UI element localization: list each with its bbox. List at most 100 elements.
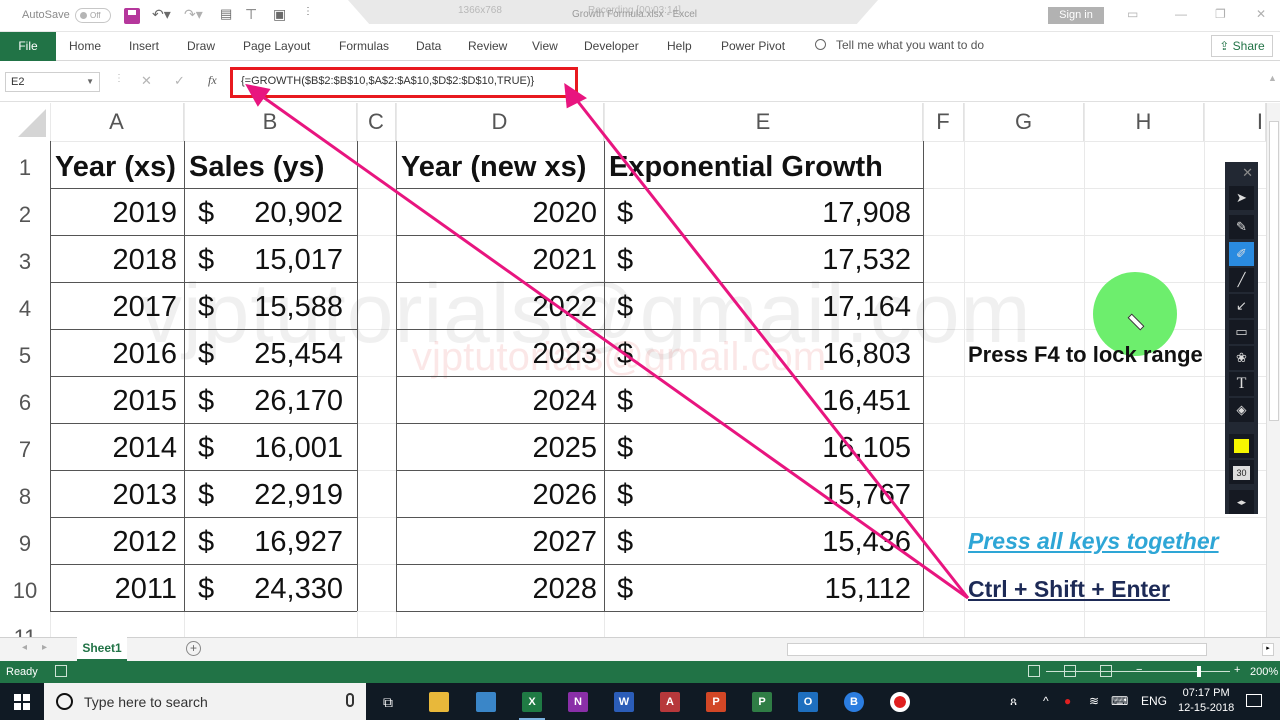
close-icon[interactable]: ✕ <box>1256 7 1266 21</box>
task-view-icon[interactable]: ⧉ <box>383 694 393 711</box>
tab-help[interactable]: Help <box>667 39 692 53</box>
cell-year[interactable]: 2019 <box>50 188 184 235</box>
record-icon[interactable] <box>890 692 910 712</box>
cell-exponential-growth[interactable]: 16,451 <box>604 376 923 423</box>
zoom-out-icon[interactable]: − <box>1136 664 1142 676</box>
cell-sales[interactable]: 24,330 <box>184 564 357 611</box>
cell-exponential-growth[interactable]: 15,436 <box>604 517 923 564</box>
zoom-in-icon[interactable]: + <box>1234 664 1240 676</box>
this-pc-icon[interactable] <box>476 692 496 712</box>
share-button[interactable]: ⇪ Share <box>1211 35 1273 57</box>
eraser-tool-icon[interactable]: ◈ <box>1229 398 1254 422</box>
line-tool-icon[interactable]: ╱ <box>1229 268 1254 292</box>
row-header-6[interactable]: 6 <box>0 376 50 423</box>
cell-exponential-growth[interactable]: 17,908 <box>604 188 923 235</box>
row-header-4[interactable]: 4 <box>0 282 50 329</box>
taskbar-search[interactable]: Type here to search <box>44 683 366 720</box>
save-icon[interactable] <box>124 8 140 24</box>
normal-view-icon[interactable] <box>1028 665 1040 677</box>
tab-data[interactable]: Data <box>416 39 441 53</box>
customize-qat-icon[interactable]: ⋮ <box>303 6 313 17</box>
rectangle-tool-icon[interactable]: ▭ <box>1229 320 1254 344</box>
cell-year[interactable]: 2011 <box>50 564 184 611</box>
header-exponential-growth[interactable]: Exponential Growth <box>609 142 883 189</box>
cell-year[interactable]: 2015 <box>50 376 184 423</box>
tab-home[interactable]: Home <box>69 39 101 53</box>
wifi-icon[interactable]: ≋ <box>1089 694 1099 708</box>
save-as-icon[interactable]: ▣ <box>273 6 286 23</box>
ribbon-display-icon[interactable]: ▭ <box>1127 7 1138 21</box>
sign-in-button[interactable]: Sign in <box>1048 7 1104 24</box>
windows-start-icon[interactable] <box>14 694 30 710</box>
keyboard-icon[interactable]: ⌨ <box>1111 694 1128 708</box>
prev-sheet-icon[interactable]: ◂ <box>22 642 27 653</box>
column-header-a[interactable]: A <box>50 103 184 141</box>
expand-icon[interactable]: ◂▸ <box>1229 490 1254 514</box>
row-header-1[interactable]: 1 <box>0 141 50 188</box>
cell-year[interactable]: 2016 <box>50 329 184 376</box>
tell-me-search[interactable]: Tell me what you want to do <box>815 38 984 52</box>
chevron-down-icon[interactable]: ▼ <box>86 73 94 91</box>
header-sales-ys[interactable]: Sales (ys) <box>189 142 324 189</box>
stamp-tool-icon[interactable]: ❀ <box>1229 346 1254 370</box>
tab-formulas[interactable]: Formulas <box>339 39 389 53</box>
color-swatch[interactable] <box>1229 434 1254 458</box>
app-icon[interactable]: B <box>844 692 864 712</box>
cell-exponential-growth[interactable]: 17,532 <box>604 235 923 282</box>
vertical-scroll-thumb[interactable] <box>1269 121 1279 421</box>
column-header-f[interactable]: F <box>923 103 964 141</box>
cell-sales[interactable]: 15,017 <box>184 235 357 282</box>
tab-draw[interactable]: Draw <box>187 39 215 53</box>
size-selector[interactable]: 30 <box>1229 460 1254 484</box>
sheet-tab-sheet1[interactable]: Sheet1 <box>77 637 127 661</box>
form-icon[interactable]: ▤ <box>220 6 232 22</box>
cell-exponential-growth[interactable]: 16,803 <box>604 329 923 376</box>
horizontal-scrollbar[interactable] <box>787 643 1207 656</box>
column-header-i[interactable]: I <box>1204 103 1266 141</box>
cell-sales[interactable]: 16,001 <box>184 423 357 470</box>
powerpoint-icon[interactable]: P <box>706 692 726 712</box>
cell-new-year[interactable]: 2022 <box>396 282 604 329</box>
highlighter-tool-icon[interactable]: ✐ <box>1229 242 1254 266</box>
publisher-icon[interactable]: P <box>752 692 772 712</box>
column-header-e[interactable]: E <box>604 103 923 141</box>
outlook-icon[interactable]: O <box>798 692 818 712</box>
cell-new-year[interactable]: 2027 <box>396 517 604 564</box>
cell-new-year[interactable]: 2025 <box>396 423 604 470</box>
presentation-icon[interactable]: ⊤ <box>245 6 257 23</box>
row-header-8[interactable]: 8 <box>0 470 50 517</box>
cell-exponential-growth[interactable]: 15,767 <box>604 470 923 517</box>
onenote-icon[interactable]: N <box>568 692 588 712</box>
people-icon[interactable]: ጸ <box>1010 694 1017 709</box>
expand-formula-bar-icon[interactable]: ▲ <box>1268 73 1277 83</box>
cell-new-year[interactable]: 2024 <box>396 376 604 423</box>
cell-new-year[interactable]: 2020 <box>396 188 604 235</box>
header-year-new-xs[interactable]: Year (new xs) <box>401 142 586 189</box>
vertical-scrollbar[interactable] <box>1266 103 1280 638</box>
recorder-tray-icon[interactable]: ● <box>1064 694 1071 708</box>
name-box[interactable]: E2 ▼ <box>5 72 100 92</box>
pencil-tool-icon[interactable]: ✎ <box>1229 215 1254 239</box>
row-header-10[interactable]: 10 <box>0 564 50 611</box>
cell-sales[interactable]: 15,588 <box>184 282 357 329</box>
cell-sales[interactable]: 26,170 <box>184 376 357 423</box>
language-indicator[interactable]: ENG <box>1141 694 1167 708</box>
show-hidden-icons[interactable]: ^ <box>1043 694 1049 708</box>
cell-new-year[interactable]: 2028 <box>396 564 604 611</box>
row-header-2[interactable]: 2 <box>0 188 50 235</box>
cell-year[interactable]: 2013 <box>50 470 184 517</box>
column-header-g[interactable]: G <box>964 103 1084 141</box>
cell-year[interactable]: 2018 <box>50 235 184 282</box>
macro-record-icon[interactable] <box>55 665 67 677</box>
cell-exponential-growth[interactable]: 17,164 <box>604 282 923 329</box>
cell-new-year[interactable]: 2021 <box>396 235 604 282</box>
tab-developer[interactable]: Developer <box>584 39 639 53</box>
access-icon[interactable]: A <box>660 692 680 712</box>
enter-icon[interactable]: ✓ <box>174 73 185 89</box>
cell-new-year[interactable]: 2023 <box>396 329 604 376</box>
row-header-3[interactable]: 3 <box>0 235 50 282</box>
column-header-c[interactable]: C <box>357 103 396 141</box>
tab-review[interactable]: Review <box>468 39 507 53</box>
excel-icon[interactable]: X <box>522 692 542 712</box>
cell-sales[interactable]: 25,454 <box>184 329 357 376</box>
